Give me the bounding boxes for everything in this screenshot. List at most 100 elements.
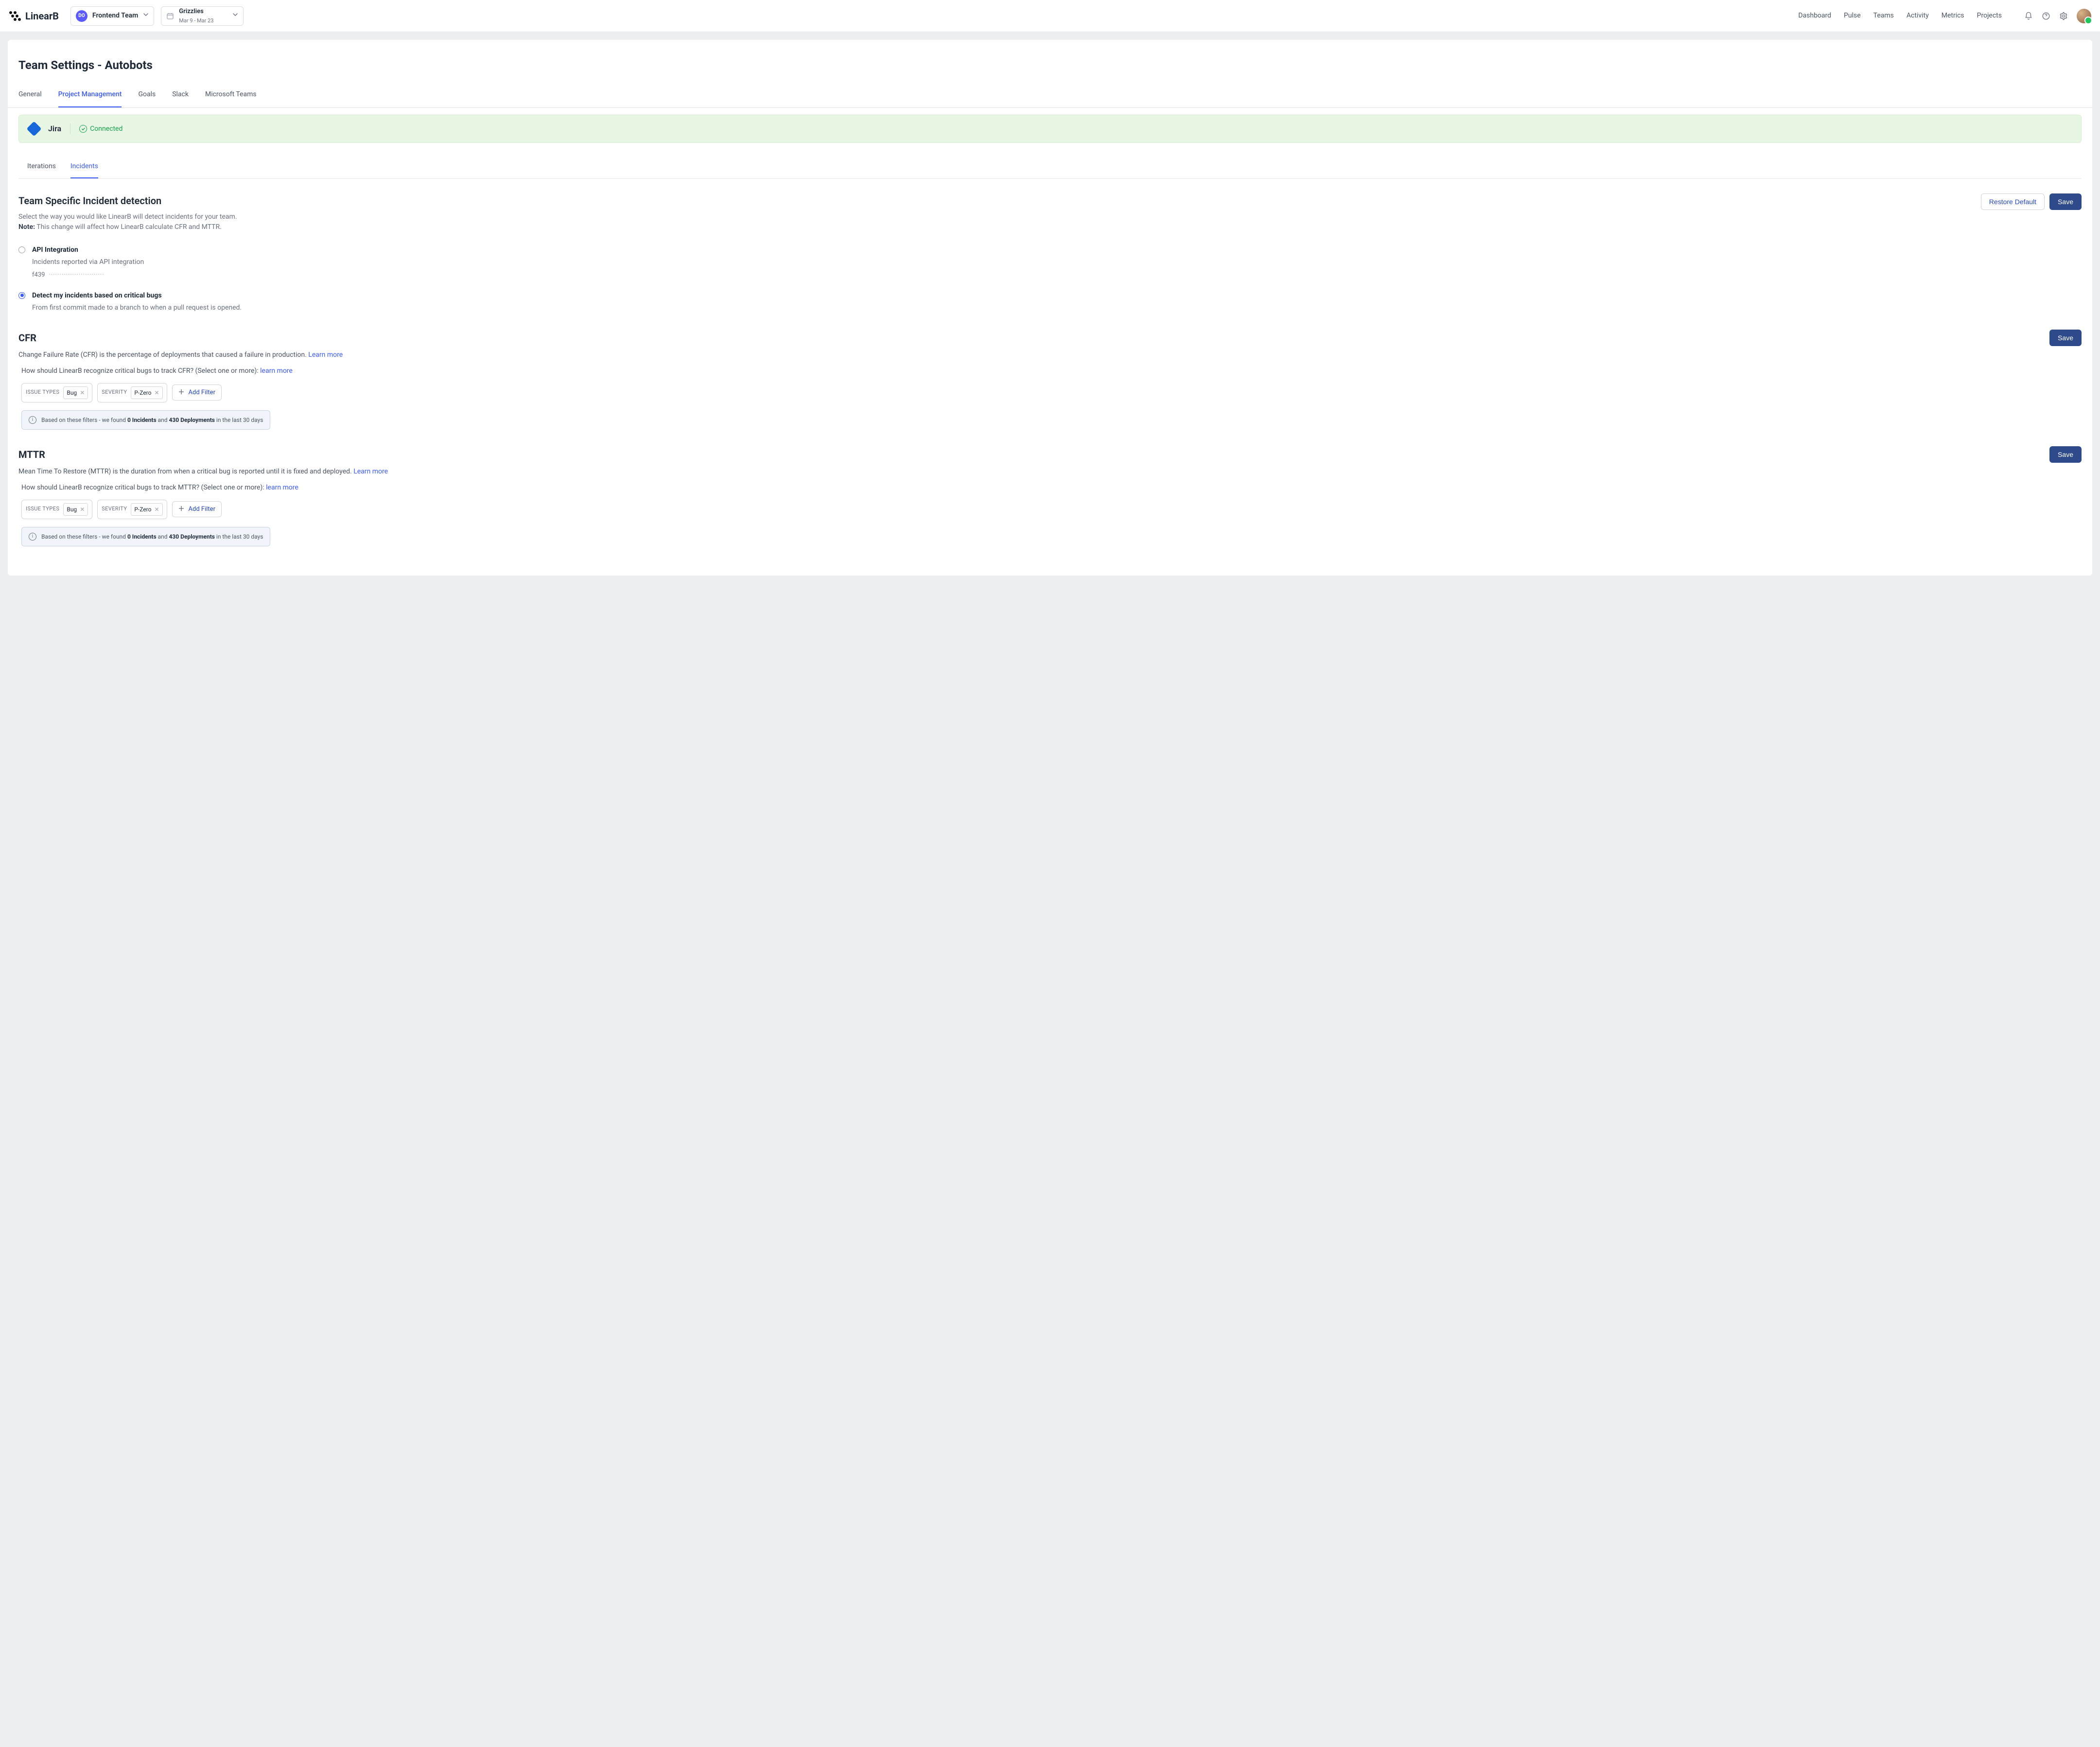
tab-general[interactable]: General bbox=[18, 85, 42, 107]
logo-text: LinearB bbox=[25, 9, 59, 23]
save-mttr-button[interactable]: Save bbox=[2049, 446, 2082, 463]
restore-default-button[interactable]: Restore Default bbox=[1981, 193, 2045, 210]
subtab-iterations[interactable]: Iterations bbox=[27, 157, 56, 178]
remove-chip-icon[interactable]: ✕ bbox=[80, 505, 85, 514]
mttr-section: MTTR Save Mean Time To Restore (MTTR) is… bbox=[18, 446, 2082, 546]
detection-desc: Select the way you would like LinearB wi… bbox=[18, 213, 237, 221]
info-and: and bbox=[157, 533, 169, 540]
radio-api-integration[interactable] bbox=[18, 246, 25, 253]
info-prefix: Based on these filters - we found bbox=[41, 417, 127, 423]
mttr-add-filter-button[interactable]: ＋ Add Filter bbox=[172, 501, 222, 518]
mttr-desc: Mean Time To Restore (MTTR) is the durat… bbox=[18, 468, 353, 475]
detection-title: Team Specific Incident detection bbox=[18, 193, 237, 208]
cfr-learn-more-link[interactable]: Learn more bbox=[308, 351, 343, 359]
chip-label: ISSUE TYPES bbox=[26, 388, 59, 397]
chip-value: P-Zero ✕ bbox=[131, 386, 162, 399]
chip-value: Bug ✕ bbox=[63, 503, 88, 516]
info-icon: i bbox=[29, 533, 36, 541]
mttr-title: MTTR bbox=[18, 447, 45, 462]
info-icon: i bbox=[29, 416, 36, 424]
mttr-filter-issue-types: ISSUE TYPES Bug ✕ bbox=[21, 500, 92, 519]
info-deployments: 430 Deployments bbox=[169, 417, 215, 423]
nav-dashboard[interactable]: Dashboard bbox=[1798, 11, 1831, 21]
mttr-learn-more-link[interactable]: Learn more bbox=[353, 468, 388, 475]
tab-msteams[interactable]: Microsoft Teams bbox=[205, 85, 257, 107]
nav-activity[interactable]: Activity bbox=[1907, 11, 1929, 21]
info-incidents: 0 Incidents bbox=[127, 417, 157, 423]
radio-api-sub: Incidents reported via API integration bbox=[32, 257, 144, 267]
main-panel: Team Settings - Autobots General Project… bbox=[8, 40, 2092, 576]
cfr-filter-severity: SEVERITY P-Zero ✕ bbox=[97, 383, 167, 402]
plus-icon: ＋ bbox=[178, 388, 185, 398]
calendar-icon bbox=[166, 12, 174, 20]
mttr-question: How should LinearB recognize critical bu… bbox=[21, 484, 266, 491]
nav-teams[interactable]: Teams bbox=[1873, 11, 1894, 21]
chip-value: Bug ✕ bbox=[63, 386, 88, 399]
page-title: Team Settings - Autobots bbox=[8, 40, 2092, 85]
topbar: LinearB DO Frontend Team Grizzlies Mar 9… bbox=[0, 0, 2100, 32]
radio-critical-bugs[interactable] bbox=[18, 292, 25, 299]
context-selector[interactable]: Grizzlies Mar 9 - Mar 23 bbox=[161, 6, 244, 26]
api-id-value: f439 bbox=[32, 270, 45, 280]
subtab-incidents[interactable]: Incidents bbox=[70, 157, 98, 178]
add-filter-label: Add Filter bbox=[189, 505, 215, 514]
radio-bugs-label: Detect my incidents based on critical bu… bbox=[32, 291, 242, 301]
team-selector-label: Frontend Team bbox=[92, 11, 138, 21]
chip-value: P-Zero ✕ bbox=[131, 503, 162, 516]
add-filter-label: Add Filter bbox=[189, 388, 215, 398]
logo-mark-icon bbox=[9, 11, 21, 21]
chevron-down-icon bbox=[143, 11, 149, 21]
chip-label: SEVERITY bbox=[102, 505, 127, 513]
radio-bugs-sub: From first commit made to a branch to wh… bbox=[32, 303, 242, 313]
info-and: and bbox=[157, 417, 169, 423]
mttr-learn-more2-link[interactable]: learn more bbox=[266, 484, 298, 491]
nav-pulse[interactable]: Pulse bbox=[1844, 11, 1861, 21]
cfr-add-filter-button[interactable]: ＋ Add Filter bbox=[172, 384, 222, 401]
jira-icon bbox=[26, 121, 41, 136]
context-sub: Mar 9 - Mar 23 bbox=[179, 17, 213, 25]
tab-goals[interactable]: Goals bbox=[138, 85, 156, 107]
save-cfr-button[interactable]: Save bbox=[2049, 330, 2082, 346]
chip-label: ISSUE TYPES bbox=[26, 505, 59, 513]
cfr-title: CFR bbox=[18, 331, 36, 345]
primary-nav: Dashboard Pulse Teams Activity Metrics P… bbox=[1798, 9, 2091, 23]
chevron-down-icon bbox=[232, 11, 238, 21]
save-detection-button[interactable]: Save bbox=[2049, 193, 2082, 210]
team-avatar: DO bbox=[76, 10, 88, 22]
mttr-filter-severity: SEVERITY P-Zero ✕ bbox=[97, 500, 167, 519]
detection-radio-group: API Integration Incidents reported via A… bbox=[18, 245, 2082, 313]
nav-metrics[interactable]: Metrics bbox=[1942, 11, 1964, 21]
integration-status: Connected bbox=[79, 124, 122, 134]
context-label: Grizzlies bbox=[179, 7, 213, 17]
cfr-desc: Change Failure Rate (CFR) is the percent… bbox=[18, 351, 308, 359]
integration-status-bar: Jira Connected bbox=[18, 115, 2082, 143]
cfr-filter-issue-types: ISSUE TYPES Bug ✕ bbox=[21, 383, 92, 402]
check-circle-icon bbox=[79, 125, 87, 133]
user-avatar[interactable] bbox=[2077, 9, 2091, 23]
cfr-question: How should LinearB recognize critical bu… bbox=[21, 367, 260, 375]
plus-icon: ＋ bbox=[178, 505, 185, 514]
remove-chip-icon[interactable]: ✕ bbox=[154, 388, 159, 397]
bell-icon[interactable] bbox=[2024, 12, 2033, 20]
nav-projects[interactable]: Projects bbox=[1977, 11, 2002, 21]
integration-name: Jira bbox=[48, 123, 61, 135]
remove-chip-icon[interactable]: ✕ bbox=[80, 388, 85, 397]
info-deployments: 430 Deployments bbox=[169, 533, 215, 540]
app-logo[interactable]: LinearB bbox=[9, 9, 59, 23]
gear-icon[interactable] bbox=[2059, 12, 2068, 20]
info-incidents: 0 Incidents bbox=[127, 533, 157, 540]
chip-value-text: Bug bbox=[67, 505, 77, 514]
info-suffix: in the last 30 days bbox=[215, 417, 263, 423]
tab-project-management[interactable]: Project Management bbox=[58, 85, 122, 107]
chip-value-text: Bug bbox=[67, 388, 77, 397]
help-icon[interactable] bbox=[2042, 12, 2050, 20]
cfr-learn-more2-link[interactable]: learn more bbox=[260, 367, 293, 375]
detection-note-text: This change will affect how LinearB calc… bbox=[35, 223, 222, 231]
pm-subtabs: Iterations Incidents bbox=[18, 157, 2082, 179]
cfr-info-bar: i Based on these filters - we found 0 In… bbox=[21, 410, 270, 430]
detection-note-label: Note: bbox=[18, 223, 35, 231]
team-selector[interactable]: DO Frontend Team bbox=[70, 6, 154, 26]
chip-value-text: P-Zero bbox=[134, 505, 151, 514]
tab-slack[interactable]: Slack bbox=[172, 85, 189, 107]
remove-chip-icon[interactable]: ✕ bbox=[154, 505, 159, 514]
